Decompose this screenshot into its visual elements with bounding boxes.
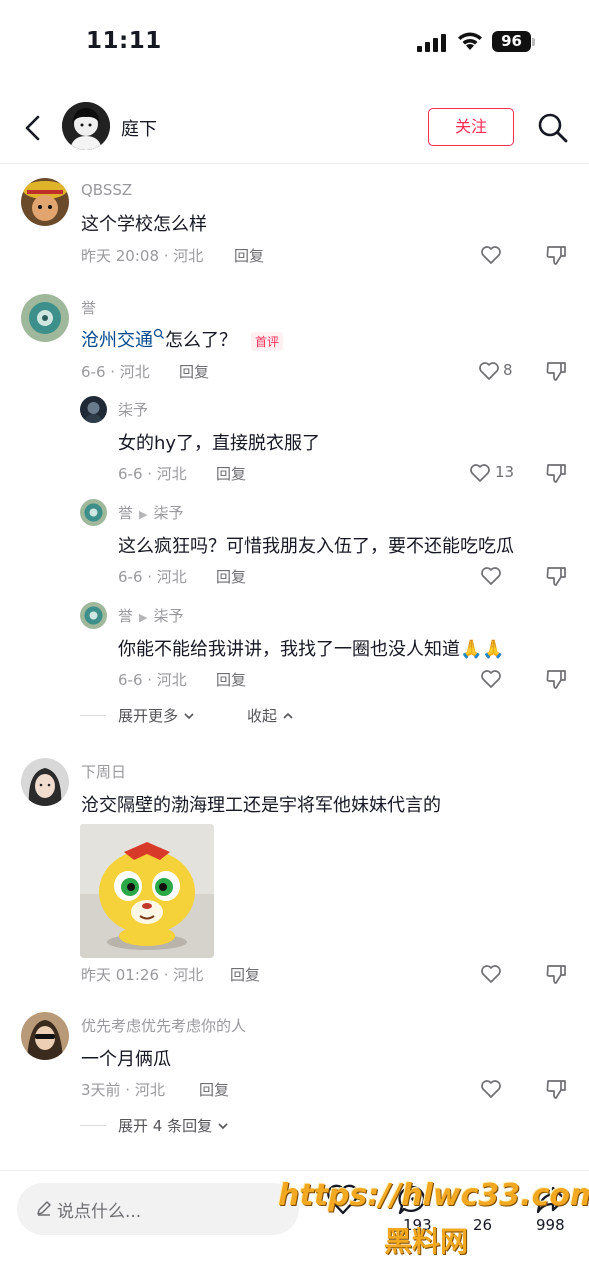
thumbs-down-icon[interactable]	[545, 963, 567, 985]
search-icon[interactable]	[537, 112, 569, 144]
chevron-down-icon	[184, 713, 194, 720]
thumbs-down-icon[interactable]	[545, 565, 567, 587]
chevron-down-icon	[218, 1123, 228, 1130]
follow-button[interactable]: 关注	[428, 108, 514, 146]
reply-button[interactable]: 回复	[199, 1079, 229, 1100]
watermark-site: 黑料网	[384, 1225, 469, 1258]
battery-icon: 96	[492, 31, 536, 53]
heart-icon[interactable]	[480, 1079, 502, 1099]
comment-meta: 6-6 · 河北	[81, 363, 150, 381]
comment-meta: 昨天 20:08 · 河北	[81, 247, 204, 265]
reply-target[interactable]: 柒予	[153, 504, 183, 522]
collapse-label: 收起	[247, 707, 278, 725]
status-bar: 11:11 96	[0, 0, 589, 90]
mention-link[interactable]: 沧州交通	[81, 330, 153, 351]
reply-text: 你能不能给我讲讲，我找了一圈也没人知道🙏🙏	[118, 639, 505, 660]
comment-text: 沧交隔壁的渤海理工还是宇将军他妹妹代言的	[81, 795, 441, 816]
avatar[interactable]	[21, 294, 69, 342]
reply-target[interactable]: 柒予	[153, 607, 183, 625]
reply-button[interactable]: 回复	[216, 669, 246, 690]
comment-username[interactable]: 优先考虑优先考虑你的人	[81, 1015, 246, 1036]
avatar[interactable]	[80, 602, 107, 629]
reply-username: 誉 ▶ 柒予	[118, 605, 184, 626]
comment-meta: 昨天 01:26 · 河北	[81, 966, 204, 984]
reply-username[interactable]: 柒予	[118, 399, 148, 420]
comment-text-rest: 怎么了？	[165, 330, 237, 351]
comment-text: 一个月俩瓜	[81, 1049, 171, 1070]
status-time: 11:11	[86, 28, 162, 54]
like-count: 8	[503, 361, 513, 379]
reply-author[interactable]: 誉	[118, 607, 133, 625]
divider	[80, 715, 106, 716]
comment-input[interactable]: 说点什么...	[17, 1183, 299, 1235]
reply-to-arrow-icon: ▶	[139, 508, 148, 521]
thumbs-down-icon[interactable]	[545, 1078, 567, 1100]
watermark-url: https://hlwc33.com	[278, 1178, 589, 1213]
comment-username[interactable]: QBSSZ	[81, 181, 132, 199]
avatar[interactable]	[80, 396, 107, 423]
expand-more-label: 展开更多	[118, 707, 179, 725]
cellular-signal-icon	[417, 34, 446, 52]
chevron-up-icon	[283, 712, 293, 719]
reply-button[interactable]: 回复	[230, 964, 260, 985]
divider	[80, 1125, 106, 1126]
comment-meta: 3天前 · 河北	[81, 1081, 165, 1099]
like-count: 13	[495, 463, 515, 481]
reply-author[interactable]: 誉	[118, 504, 133, 522]
reply-button[interactable]: 回复	[179, 361, 209, 382]
avatar[interactable]	[21, 1012, 69, 1060]
first-comment-badge: 首评	[251, 331, 284, 351]
expand-replies-button[interactable]: 展开 4 条回复	[118, 1115, 229, 1136]
search-mini-icon	[153, 328, 164, 339]
avatar[interactable]	[21, 178, 69, 226]
reply-to-arrow-icon: ▶	[139, 611, 148, 624]
reply-button[interactable]: 回复	[216, 566, 246, 587]
back-arrow-icon[interactable]	[22, 114, 44, 142]
heart-icon[interactable]	[478, 361, 500, 381]
heart-icon[interactable]	[480, 245, 502, 265]
pencil-icon	[37, 1201, 51, 1216]
avatar[interactable]	[21, 758, 69, 806]
expand-more-button[interactable]: 展开更多	[118, 705, 195, 726]
author-avatar[interactable]	[62, 102, 110, 150]
thumbs-down-icon[interactable]	[545, 668, 567, 690]
header: 庭下 关注	[0, 90, 589, 164]
sticker-image[interactable]	[80, 824, 214, 958]
comment-username[interactable]: 誉	[81, 297, 96, 318]
watermark: https://hlwc33.com 黑料网	[278, 1178, 589, 1268]
reply-text: 女的hy了，直接脱衣服了	[118, 433, 321, 454]
author-name[interactable]: 庭下	[121, 115, 157, 141]
heart-icon[interactable]	[469, 463, 491, 483]
thumbs-down-icon[interactable]	[545, 462, 567, 484]
wifi-icon	[458, 32, 482, 50]
reply-meta: 6-6 · 河北	[118, 465, 187, 483]
comment-input-placeholder: 说点什么...	[57, 1202, 142, 1222]
avatar[interactable]	[80, 499, 107, 526]
reply-username: 誉 ▶ 柒予	[118, 502, 184, 523]
comment-username[interactable]: 下周日	[81, 761, 126, 782]
reply-text: 这么疯狂吗？可惜我朋友入伍了，要不还能吃吃瓜	[118, 536, 514, 557]
thumbs-down-icon[interactable]	[545, 360, 567, 382]
comment-text: 这个学校怎么样	[81, 214, 207, 235]
expand-replies-label: 展开 4 条回复	[118, 1117, 213, 1135]
battery-level: 96	[492, 31, 531, 52]
heart-icon[interactable]	[480, 669, 502, 689]
reply-meta: 6-6 · 河北	[118, 568, 187, 586]
collapse-button[interactable]: 收起	[247, 705, 294, 726]
reply-meta: 6-6 · 河北	[118, 671, 187, 689]
heart-icon[interactable]	[480, 964, 502, 984]
comment-text: 沧州交通 怎么了？ 首评	[81, 326, 284, 352]
heart-icon[interactable]	[480, 566, 502, 586]
reply-button[interactable]: 回复	[234, 245, 264, 266]
thumbs-down-icon[interactable]	[545, 244, 567, 266]
reply-button[interactable]: 回复	[216, 463, 246, 484]
